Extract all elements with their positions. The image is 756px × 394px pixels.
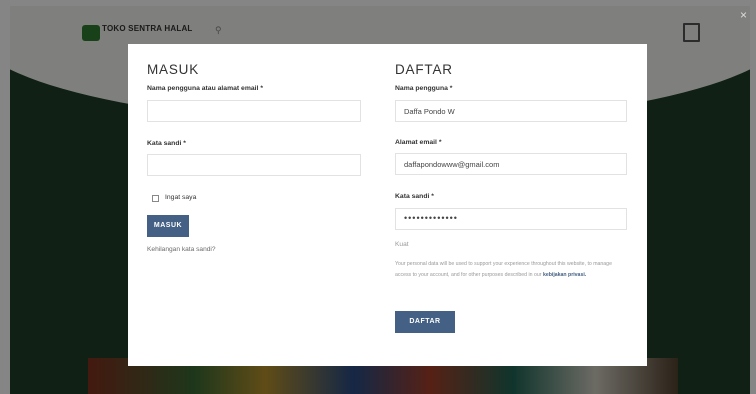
register-username-input[interactable]: Daffa Pondo W (395, 100, 627, 122)
register-button[interactable]: DAFTAR (395, 311, 455, 333)
remember-me-checkbox[interactable] (152, 195, 159, 202)
register-password-input[interactable]: ••••••••••••• (395, 208, 627, 230)
login-button[interactable]: MASUK (147, 215, 189, 237)
lost-password-link[interactable]: Kehilangan kata sandi? (147, 246, 216, 253)
login-title: MASUK (147, 62, 200, 77)
register-password-label: Kata sandi * (395, 193, 434, 200)
login-password-label: Kata sandi * (147, 140, 186, 147)
login-username-input[interactable] (147, 100, 361, 122)
remember-me-label[interactable]: Ingat saya (165, 194, 196, 201)
login-password-input[interactable] (147, 154, 361, 176)
register-username-label: Nama pengguna * (395, 85, 453, 92)
close-icon[interactable]: × (740, 8, 747, 22)
register-email-input[interactable]: daffapondowww@gmail.com (395, 153, 627, 175)
login-username-label: Nama pengguna atau alamat email * (147, 85, 263, 92)
privacy-notice: Your personal data will be used to suppo… (395, 259, 625, 281)
register-title: DAFTAR (395, 62, 453, 77)
register-email-label: Alamat email * (395, 139, 442, 146)
privacy-policy-link[interactable]: kebijakan privasi. (543, 272, 586, 278)
password-strength-text: Kuat (395, 241, 409, 248)
account-modal: MASUK Nama pengguna atau alamat email * … (128, 44, 647, 366)
